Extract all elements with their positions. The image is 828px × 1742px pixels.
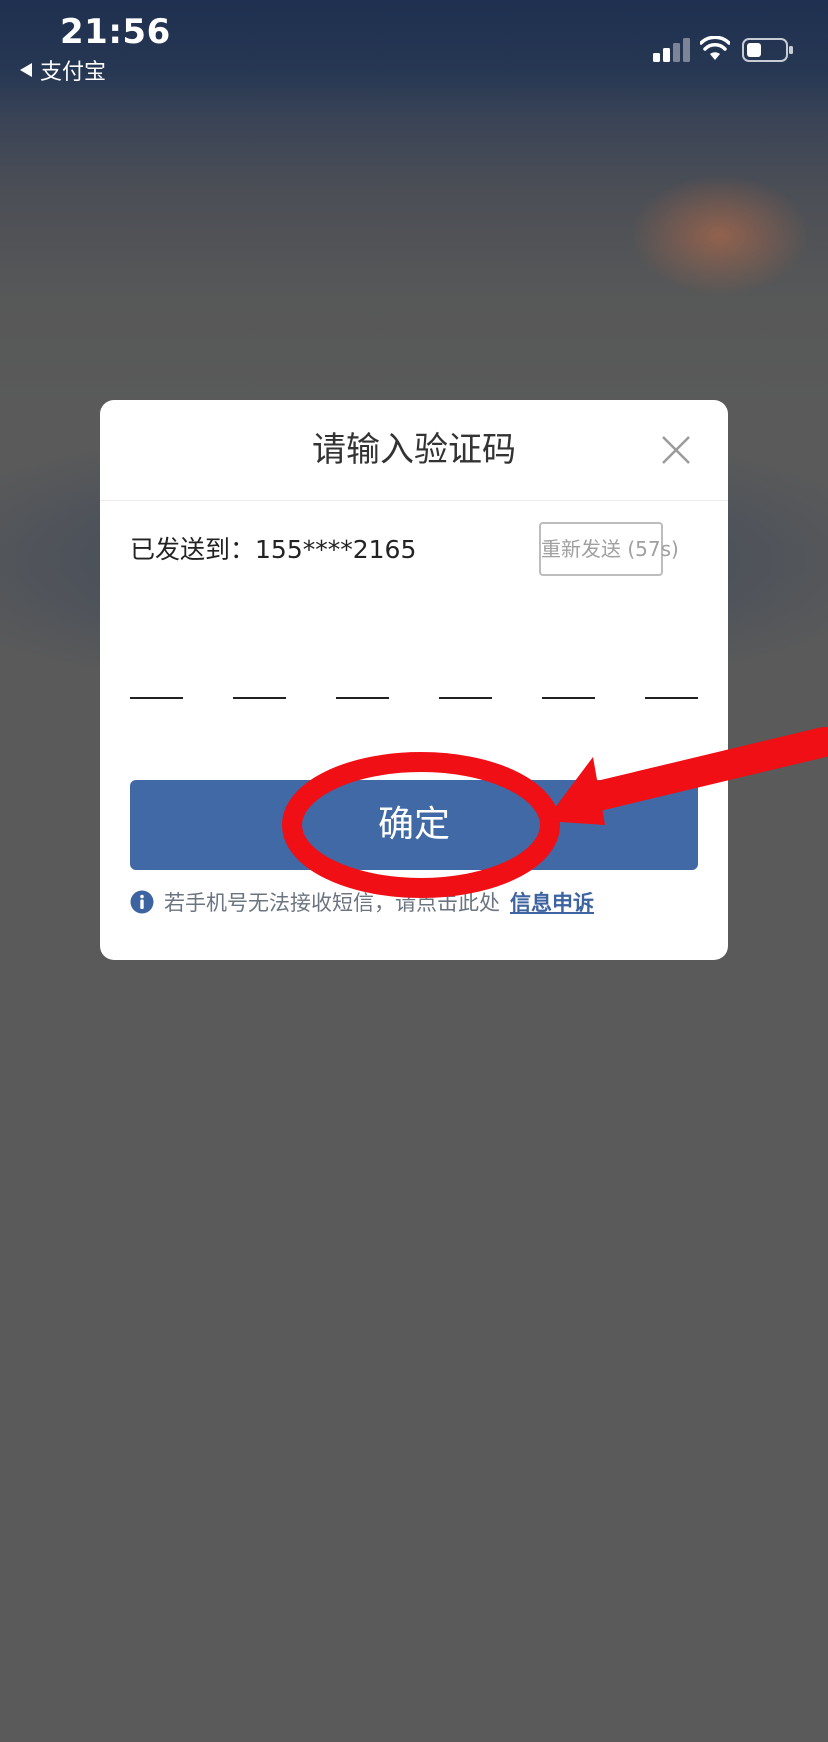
code-slot[interactable]	[439, 697, 492, 699]
resend-code-button[interactable]: 重新发送 (57s)	[539, 522, 679, 576]
masked-phone-number: 155****2165	[255, 535, 417, 564]
notice-text: 若手机号无法接收短信，请点击此处	[164, 891, 500, 915]
info-icon	[130, 890, 154, 914]
verification-dialog: 请输入验证码 已发送到：155****2165 重新发送 (57s) 确定 若手…	[100, 400, 728, 960]
sms-notice: 若手机号无法接收短信，请点击此处 信息申诉	[130, 888, 594, 916]
back-to-app-button[interactable]: 支付宝	[20, 54, 106, 86]
sent-to-label: 已发送到：	[130, 535, 256, 564]
wifi-icon	[700, 36, 730, 60]
back-app-label: 支付宝	[40, 60, 107, 85]
code-slot[interactable]	[336, 697, 389, 699]
info-appeal-link[interactable]: 信息申诉	[510, 887, 594, 917]
status-time: 21:56	[60, 12, 171, 52]
code-slot[interactable]	[542, 697, 595, 699]
battery-icon	[742, 38, 793, 62]
sent-to-text: 已发送到：155****2165	[130, 530, 416, 566]
code-slot[interactable]	[130, 697, 183, 699]
code-slot[interactable]	[233, 697, 286, 699]
dialog-title: 请输入验证码	[312, 430, 516, 470]
signal-icon	[653, 38, 690, 62]
dialog-divider	[100, 500, 728, 501]
code-slot[interactable]	[645, 697, 698, 699]
close-icon[interactable]	[660, 434, 692, 466]
confirm-button[interactable]: 确定	[130, 780, 698, 870]
back-triangle-icon	[20, 63, 32, 77]
